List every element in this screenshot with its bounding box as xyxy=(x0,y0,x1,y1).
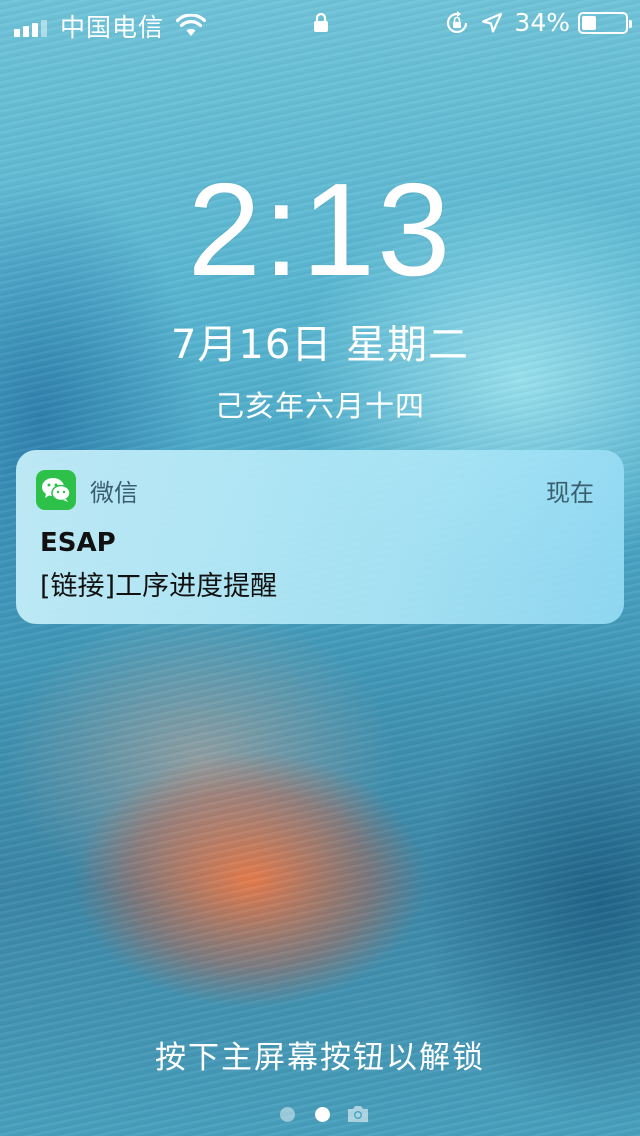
page-dot-active[interactable] xyxy=(315,1106,330,1122)
status-bar-right: 34% xyxy=(444,8,632,37)
lock-icon xyxy=(314,12,328,32)
rotation-lock-icon xyxy=(447,10,468,33)
location-arrow-icon xyxy=(482,12,503,33)
page-indicator xyxy=(0,1104,640,1124)
date-label: 7月16日 星期二 xyxy=(170,322,470,368)
lunar-date-label: 己亥年六月十四 xyxy=(214,389,425,423)
page-dot[interactable] xyxy=(280,1106,295,1122)
battery-percent: 34% xyxy=(514,8,570,37)
camera-icon[interactable] xyxy=(346,1104,370,1124)
wechat-icon xyxy=(36,470,76,510)
notification-title: ESAP xyxy=(40,528,116,558)
notification-body: [链接]工序进度提醒 xyxy=(40,571,278,602)
wifi-icon xyxy=(176,14,207,36)
signal-icon xyxy=(14,17,50,37)
battery-icon xyxy=(578,11,632,34)
status-bar: 中国电信 34% xyxy=(0,0,640,48)
status-bar-left: 中国电信 xyxy=(14,8,207,44)
notification-time: 现在 xyxy=(546,478,594,507)
notification-header: 微信 现在 xyxy=(36,470,594,510)
unlock-hint: 按下主屏幕按钮以解锁 xyxy=(155,1040,485,1076)
carrier-label: 中国电信 xyxy=(60,13,165,42)
clock-time: 2:13 xyxy=(187,156,453,303)
battery-level xyxy=(582,15,596,30)
notification-app-name: 微信 xyxy=(90,478,138,507)
lock-screen: 中国电信 34% 2:13 7月16日 星期二 己亥年六月十四 微信 现在 ES… xyxy=(0,0,640,1136)
notification-card[interactable]: 微信 现在 ESAP [链接]工序进度提醒 xyxy=(16,450,624,624)
battery-tip xyxy=(629,19,632,28)
